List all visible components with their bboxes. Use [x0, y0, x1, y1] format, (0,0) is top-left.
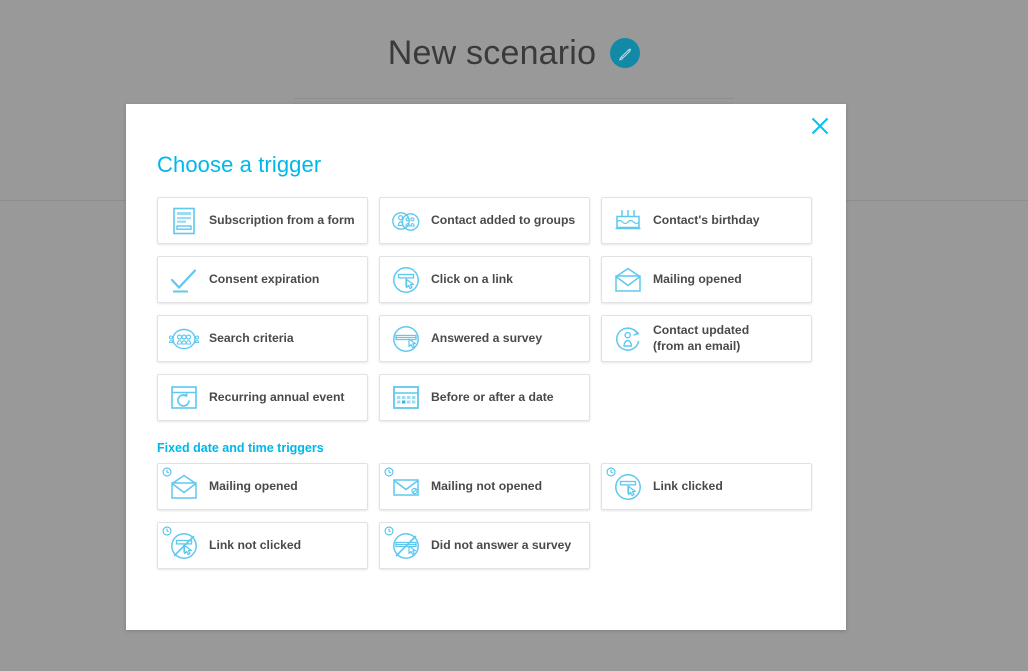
section-label-fixed-date: Fixed date and time triggers	[157, 441, 324, 455]
clock-icon	[162, 526, 172, 536]
trigger-tile-answered-a-survey[interactable]: Answered a survey	[379, 315, 590, 362]
trigger-tile-label: Before or after a date	[431, 389, 554, 404]
trigger-tile-label: Link clicked	[653, 478, 723, 493]
link-not-clicked-icon	[167, 529, 201, 563]
trigger-grid-fixed-date: Mailing opened Mailing not opened Link c…	[157, 463, 815, 569]
trigger-tile-fixed-did-not-answer-a-survey[interactable]: Did not answer a survey	[379, 522, 590, 569]
survey-not-answered-icon	[389, 529, 423, 563]
trigger-tile-fixed-mailing-opened[interactable]: Mailing opened	[157, 463, 368, 510]
close-icon	[811, 117, 829, 140]
trigger-tile-contacts-birthday[interactable]: Contact's birthday	[601, 197, 812, 244]
trigger-tile-label: Answered a survey	[431, 330, 543, 345]
close-button[interactable]	[807, 115, 833, 141]
page-header: New scenario	[0, 36, 1028, 70]
checkmark-icon	[167, 263, 201, 297]
trigger-tile-consent-expiration[interactable]: Consent expiration	[157, 256, 368, 303]
trigger-tile-label: Recurring annual event	[209, 389, 345, 404]
trigger-tile-recurring-annual-event[interactable]: Recurring annual event	[157, 374, 368, 421]
clock-icon	[606, 467, 616, 477]
clock-icon	[384, 467, 394, 477]
trigger-tile-label: Contact added to groups	[431, 212, 576, 227]
form-document-icon	[167, 204, 201, 238]
trigger-tile-label: Subscription from a form	[209, 212, 355, 227]
trigger-tile-label: Click on a link	[431, 271, 513, 286]
modal-body: Choose a trigger Subscription from a for…	[126, 104, 846, 569]
trigger-tile-subscription-from-a-form[interactable]: Subscription from a form	[157, 197, 368, 244]
search-criteria-icon	[167, 322, 201, 356]
clock-icon	[162, 467, 172, 477]
trigger-tile-label: Mailing not opened	[431, 478, 543, 493]
link-click-icon	[611, 470, 645, 504]
trigger-tile-label: Did not answer a survey	[431, 537, 572, 552]
choose-trigger-modal: Choose a trigger Subscription from a for…	[126, 104, 846, 630]
trigger-tile-contact-added-to-groups[interactable]: Contact added to groups	[379, 197, 590, 244]
trigger-tile-search-criteria[interactable]: Search criteria	[157, 315, 368, 362]
trigger-tile-label: Contact's birthday	[653, 212, 760, 227]
clock-icon	[384, 526, 394, 536]
trigger-grid-main: Subscription from a form Contact added t…	[157, 197, 815, 421]
trigger-tile-mailing-opened[interactable]: Mailing opened	[601, 256, 812, 303]
trigger-tile-label: Mailing opened	[209, 478, 298, 493]
trigger-tile-contact-updated[interactable]: Contact updated (from an email)	[601, 315, 812, 362]
trigger-tile-fixed-link-not-clicked[interactable]: Link not clicked	[157, 522, 368, 569]
contact-groups-icon	[389, 204, 423, 238]
trigger-tile-label: Link not clicked	[209, 537, 302, 552]
trigger-tile-label: Search criteria	[209, 330, 294, 345]
closed-envelope-icon	[389, 470, 423, 504]
page-title: New scenario	[387, 34, 597, 72]
birthday-cake-icon	[611, 204, 645, 238]
pencil-icon	[617, 45, 634, 62]
header-divider	[294, 98, 734, 99]
trigger-tile-label: Mailing opened	[653, 271, 742, 286]
link-click-icon	[389, 263, 423, 297]
trigger-tile-fixed-link-clicked[interactable]: Link clicked	[601, 463, 812, 510]
survey-answered-icon	[389, 322, 423, 356]
calendar-icon	[389, 381, 423, 415]
trigger-tile-before-or-after-a-date[interactable]: Before or after a date	[379, 374, 590, 421]
recurring-event-icon	[167, 381, 201, 415]
trigger-tile-label: Consent expiration	[209, 271, 320, 286]
trigger-tile-label: Contact updated (from an email)	[653, 322, 750, 353]
contact-updated-icon	[611, 322, 645, 356]
open-envelope-icon	[167, 470, 201, 504]
modal-title: Choose a trigger	[157, 152, 322, 177]
trigger-tile-click-on-a-link[interactable]: Click on a link	[379, 256, 590, 303]
trigger-tile-fixed-mailing-not-opened[interactable]: Mailing not opened	[379, 463, 590, 510]
open-envelope-icon	[611, 263, 645, 297]
edit-scenario-name-button[interactable]	[610, 38, 641, 68]
